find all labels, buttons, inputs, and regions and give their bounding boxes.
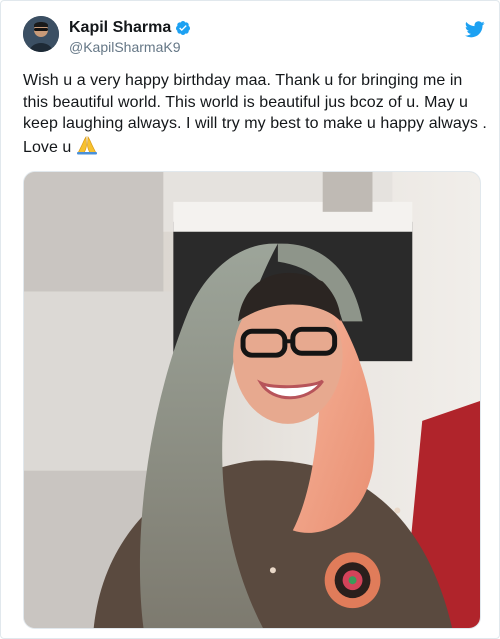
photo-image: [24, 172, 480, 628]
display-name[interactable]: Kapil Sharma: [69, 18, 191, 37]
folded-hands-icon: [76, 135, 97, 154]
verified-badge-icon: [176, 20, 191, 35]
avatar-image: [23, 16, 59, 52]
display-name-text: Kapil Sharma: [69, 19, 172, 36]
tweet-card: Kapil Sharma @KapilSharmaK9 Wish u a ver…: [0, 0, 500, 639]
avatar[interactable]: [23, 16, 59, 52]
user-handle[interactable]: @KapilSharmaK9: [69, 39, 181, 56]
tweet-photo[interactable]: [23, 171, 481, 629]
tweet-text: Wish u a very happy birthday maa. Thank …: [23, 70, 489, 158]
tweet-header: Kapil Sharma @KapilSharmaK9: [23, 16, 485, 64]
twitter-bird-icon[interactable]: [465, 21, 485, 38]
